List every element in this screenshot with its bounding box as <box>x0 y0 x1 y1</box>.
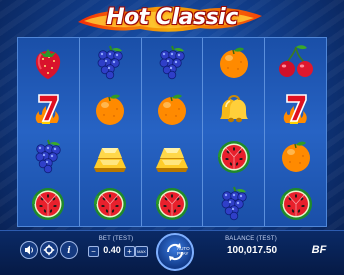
grapes-symbol <box>142 38 203 85</box>
watermelon-icon <box>217 140 250 173</box>
orange-icon <box>96 94 125 125</box>
bell-icon <box>219 94 248 122</box>
strawberry-icon <box>36 48 61 79</box>
gold-bar-icon <box>94 147 127 172</box>
grapes-icon <box>35 139 62 173</box>
watermelon-icon <box>155 187 188 220</box>
balance-value: 100,017.50 <box>226 245 278 256</box>
reel-1 <box>18 38 80 226</box>
grapes-icon <box>159 45 185 79</box>
watermelon-symbol <box>80 179 141 226</box>
control-bar: i BET (TEST) − 0.40 + MAX AUTO PLAY BALA… <box>0 230 344 275</box>
gold-bar-icon <box>155 147 188 172</box>
watermelon-icon <box>279 187 312 220</box>
bell-symbol <box>203 85 264 132</box>
seven-symbol <box>18 85 79 132</box>
bet-decrease-button[interactable]: − <box>88 246 99 257</box>
cherries-icon <box>278 44 313 77</box>
gear-icon <box>43 244 55 256</box>
strawberry-symbol <box>18 38 79 85</box>
brand-logo: BF <box>311 244 327 256</box>
orange-symbol <box>80 85 141 132</box>
orange-symbol <box>203 38 264 85</box>
seven-symbol <box>265 85 326 132</box>
balance-label: BALANCE (TEST) <box>225 236 277 242</box>
watermelon-symbol <box>203 132 264 179</box>
autoplay-label: AUTO PLAY <box>177 246 190 256</box>
orange-icon <box>219 47 248 78</box>
watermelon-icon <box>94 187 127 220</box>
gold-bar-symbol <box>80 132 141 179</box>
info-icon: i <box>67 246 71 256</box>
seven-icon <box>283 93 307 124</box>
autoplay-button[interactable]: AUTO PLAY <box>156 233 194 271</box>
cherries-symbol <box>265 38 326 85</box>
watermelon-symbol <box>18 179 79 226</box>
bet-label: BET (TEST) <box>98 236 134 242</box>
game-logo: Hot Classic <box>0 2 344 36</box>
speaker-icon <box>25 245 33 255</box>
bet-max-button[interactable]: MAX <box>135 246 148 257</box>
grapes-icon <box>221 186 247 220</box>
orange-symbol <box>142 85 203 132</box>
grapes-icon <box>97 45 123 79</box>
watermelon-symbol <box>265 179 326 226</box>
reel-5 <box>265 38 326 226</box>
bet-increase-button[interactable]: + <box>124 246 135 257</box>
grapes-symbol <box>18 132 79 179</box>
reel-2 <box>79 38 142 226</box>
reel-area <box>17 37 327 227</box>
orange-symbol <box>265 132 326 179</box>
orange-icon <box>157 94 186 125</box>
orange-icon <box>281 141 310 172</box>
gold-bar-symbol <box>142 132 203 179</box>
info-button[interactable]: i <box>60 241 78 259</box>
grapes-symbol <box>80 38 141 85</box>
seven-icon <box>36 93 60 124</box>
settings-button[interactable] <box>40 241 58 259</box>
reel-4 <box>203 38 266 226</box>
watermelon-symbol <box>142 179 203 226</box>
reel-3 <box>141 38 204 226</box>
watermelon-icon <box>32 187 65 220</box>
grapes-symbol <box>203 179 264 226</box>
bet-value: 0.40 <box>103 245 121 255</box>
sound-button[interactable] <box>20 241 38 259</box>
game-title: Hot Classic <box>106 5 238 30</box>
